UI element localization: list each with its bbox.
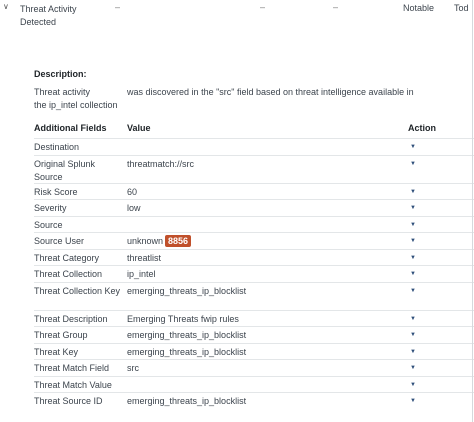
- field-name: Threat Collection: [34, 269, 103, 279]
- table-row: Threat Collection Key emerging_threats_ip…: [34, 281, 474, 310]
- field-value-text: 60: [127, 186, 138, 197]
- action-caret-down-icon[interactable]: ▼: [410, 187, 416, 197]
- field-value: unknown 8856: [127, 235, 192, 248]
- field-name: Threat Collection Key: [34, 285, 121, 296]
- field-value-text: src: [127, 363, 139, 373]
- action-caret-down-icon[interactable]: ▼: [410, 142, 416, 152]
- field-value: emerging_threats_ip_blocklist: [127, 285, 246, 298]
- field-value-text: emerging_threats_ip_blocklist: [127, 346, 247, 357]
- field-value-text: threatmatch://src: [127, 158, 195, 169]
- field-value: 60: [127, 186, 137, 199]
- field-value-text: threatlist: [127, 252, 162, 263]
- event-row[interactable]: ∨ Threat Activity Detected – – – Notable…: [0, 0, 474, 34]
- description-line1-b: was discovered in the "src" field based …: [127, 87, 414, 97]
- action-caret-down-icon[interactable]: ▼: [410, 330, 416, 340]
- field-value: low: [127, 202, 141, 215]
- table-header: Additional Fields Value Action: [34, 122, 474, 138]
- table-row: Threat Collection ip_intel ▼: [34, 265, 474, 282]
- table-row: Threat Group emerging_threats_ip_blocklis…: [34, 326, 474, 343]
- urgency-cell: Notable: [403, 3, 435, 13]
- field-name: Risk Score: [34, 186, 78, 197]
- action-caret-down-icon[interactable]: ▼: [410, 220, 416, 230]
- action-caret-down-icon[interactable]: ▼: [410, 347, 416, 357]
- field-name: Source: [34, 219, 63, 230]
- field-value: emerging_threats_ip_blocklist: [127, 329, 246, 342]
- field-name: Original Splunk Source: [34, 158, 96, 182]
- action-caret-down-icon[interactable]: ▼: [410, 159, 416, 169]
- table-row: Threat Match Field src ▼: [34, 359, 474, 376]
- header-action: Action: [408, 123, 436, 133]
- field-value-text: emerging_threats_ip_blocklist: [127, 285, 247, 296]
- table-row: Threat Description Emerging Threats fwip …: [34, 309, 474, 327]
- field-value: Emerging Threats fwip rules: [127, 313, 239, 326]
- field-value: emerging_threats_ip_blocklist: [127, 395, 246, 408]
- table-row: Threat Match Value ▼: [34, 375, 474, 393]
- action-caret-down-icon[interactable]: ▼: [410, 269, 416, 279]
- time-cell: –: [260, 2, 266, 12]
- table-row: Destination ▼: [34, 138, 474, 155]
- table-row: Threat Source ID emerging_threats_ip_bloc…: [34, 392, 474, 409]
- additional-fields-table: Additional Fields Value Action Destinati…: [34, 122, 474, 409]
- field-value: threatmatch://src: [127, 158, 194, 171]
- event-title: Threat Activity Detected: [20, 3, 100, 29]
- field-value: emerging_threats_ip_blocklist: [127, 346, 246, 359]
- field-name: Threat Category: [34, 252, 100, 263]
- field-name: Severity: [34, 203, 67, 213]
- table-body: Destination ▼ Original Splunk Source threat…: [34, 138, 474, 409]
- description-label: Description:: [34, 69, 87, 79]
- action-caret-down-icon[interactable]: ▼: [410, 314, 416, 324]
- field-name: Source User: [34, 236, 85, 246]
- field-value: threatlist: [127, 252, 161, 265]
- table-row: Severity low ▼: [34, 199, 474, 216]
- event-title-line2: Detected: [20, 17, 57, 27]
- event-title-line1: Threat Activity: [20, 4, 77, 14]
- table-row: Threat Category threatlist ▼: [34, 248, 474, 266]
- action-caret-down-icon[interactable]: ▼: [410, 236, 416, 246]
- field-name: Threat Description: [34, 313, 108, 324]
- field-name: Threat Source ID: [34, 396, 103, 406]
- field-value-text: unknown: [127, 236, 164, 246]
- description-line2: the ip_intel collection: [34, 100, 118, 110]
- field-value: ip_intel: [127, 268, 156, 281]
- table-row: Source ▼: [34, 215, 474, 233]
- table-row: Source User unknown 8856 ▼: [34, 232, 474, 249]
- field-name: Destination: [34, 142, 80, 152]
- description-line1-a: Threat activity: [34, 87, 91, 97]
- field-value-text: emerging_threats_ip_blocklist: [127, 330, 247, 340]
- table-row: Risk Score 60 ▼: [34, 182, 474, 200]
- description-text: Threat activity was discovered in the "sr…: [34, 86, 474, 112]
- collapse-chevron-icon[interactable]: ∨: [3, 2, 13, 12]
- action-caret-down-icon[interactable]: ▼: [410, 363, 416, 373]
- field-value: src: [127, 362, 139, 375]
- table-row: Threat Key emerging_threats_ip_blocklist ▼: [34, 342, 474, 360]
- field-name: Threat Match Field: [34, 363, 110, 373]
- field-value-text: ip_intel: [127, 269, 156, 279]
- field-value-text: Emerging Threats fwip rules: [127, 313, 239, 324]
- domain-cell: –: [115, 2, 121, 12]
- owner-cell: Tod: [454, 3, 469, 13]
- action-caret-down-icon[interactable]: ▼: [410, 396, 416, 406]
- header-additional-fields: Additional Fields: [34, 123, 107, 133]
- action-caret-down-icon[interactable]: ▼: [410, 203, 416, 213]
- field-name: Threat Key: [34, 346, 79, 357]
- status-cell: –: [333, 2, 339, 12]
- header-value: Value: [127, 123, 151, 133]
- table-row: Original Splunk Source threatmatch://src ▼: [34, 154, 474, 183]
- field-value-text: emerging_threats_ip_blocklist: [127, 396, 247, 406]
- panel-border: [472, 0, 473, 422]
- action-caret-down-icon[interactable]: ▼: [410, 286, 416, 296]
- field-value-text: low: [127, 203, 141, 213]
- action-caret-down-icon[interactable]: ▼: [410, 253, 416, 263]
- field-name: Threat Match Value: [34, 379, 112, 390]
- action-caret-down-icon[interactable]: ▼: [410, 380, 416, 390]
- notable-event-details: ∨ Threat Activity Detected – – – Notable…: [0, 0, 474, 422]
- field-name: Threat Group: [34, 330, 88, 340]
- risk-badge[interactable]: 8856: [165, 235, 192, 247]
